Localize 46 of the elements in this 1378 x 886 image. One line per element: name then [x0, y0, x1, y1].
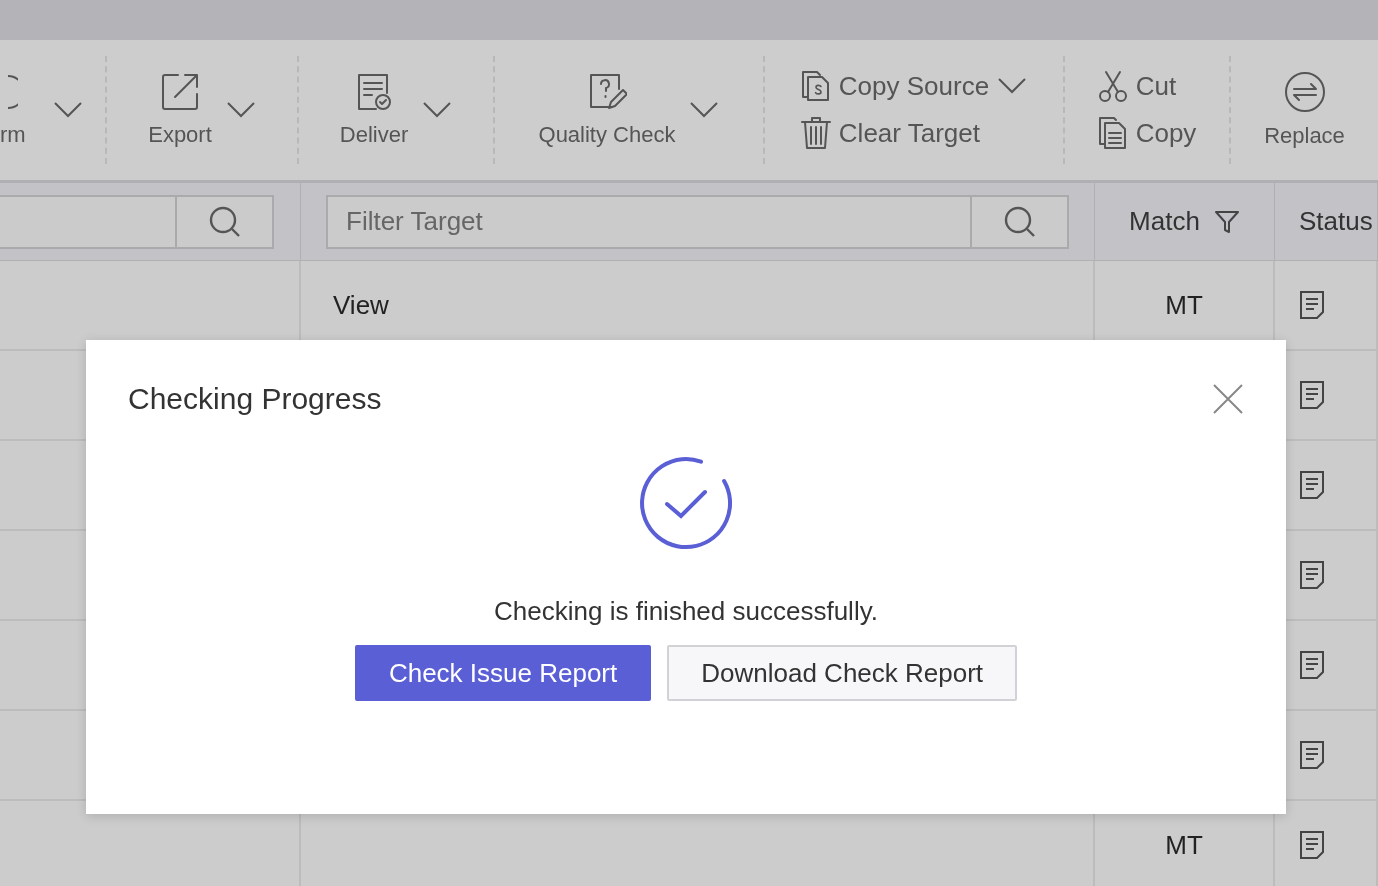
- copy-document-icon: [800, 70, 831, 102]
- toolbar-button[interactable]: Export: [148, 72, 212, 148]
- toolbar-button[interactable]: Quality Check: [538, 72, 676, 148]
- search-icon: [1002, 204, 1037, 239]
- column-header: Match: [1129, 206, 1200, 237]
- chevron-down-icon[interactable]: [422, 101, 453, 119]
- toolbar-button[interactable]: Clear Target: [800, 116, 980, 150]
- trash-icon: [800, 116, 831, 150]
- toolbar-button[interactable]: Copy Source: [800, 70, 1028, 102]
- column-header: Status: [1299, 206, 1373, 237]
- chevron-down-icon[interactable]: [689, 101, 720, 119]
- document-icon[interactable]: [1299, 560, 1325, 590]
- copy-icon: [1097, 116, 1128, 150]
- export-icon: [160, 72, 200, 112]
- success-check-icon: [637, 454, 735, 552]
- document-icon[interactable]: [1299, 290, 1325, 320]
- primary-button[interactable]: Check Issue Report: [354, 645, 652, 701]
- filter-field[interactable]: Filter Target: [326, 194, 970, 249]
- close-button[interactable]: [1212, 383, 1244, 415]
- status-message: Checking is finished successfully.: [494, 596, 878, 627]
- document-icon[interactable]: [1299, 470, 1325, 500]
- swap-arrows-icon: [1283, 71, 1326, 113]
- filter-field[interactable]: [0, 194, 175, 249]
- search-button[interactable]: [970, 194, 1069, 249]
- question-edit-icon: [587, 72, 627, 112]
- scissors-icon: [1097, 70, 1128, 102]
- toolbar-button[interactable]: Cut: [1097, 70, 1177, 102]
- document-icon[interactable]: [1299, 380, 1325, 410]
- table-cell: MT: [1165, 289, 1203, 321]
- document-icon[interactable]: [1299, 740, 1325, 770]
- secondary-button[interactable]: Download Check Report: [667, 645, 1018, 701]
- chevron-down-icon[interactable]: [53, 101, 83, 119]
- toolbar-button[interactable]: rm: [0, 72, 26, 148]
- chevron-down-icon[interactable]: [225, 101, 256, 119]
- document-icon[interactable]: [1299, 830, 1325, 860]
- toolbar-button[interactable]: Deliver: [339, 72, 409, 148]
- search-button[interactable]: [175, 194, 274, 249]
- chevron-down-icon[interactable]: [997, 77, 1028, 95]
- table-cell: MT: [1165, 829, 1203, 861]
- search-icon: [207, 204, 242, 239]
- table-cell: View: [333, 289, 389, 321]
- document-icon[interactable]: [1299, 650, 1325, 680]
- filter-icon[interactable]: [1213, 208, 1240, 235]
- dialog-title: Checking Progress: [128, 382, 382, 416]
- toolbar-button[interactable]: Replace: [1264, 71, 1345, 149]
- toolbar-button[interactable]: Copy: [1097, 116, 1197, 150]
